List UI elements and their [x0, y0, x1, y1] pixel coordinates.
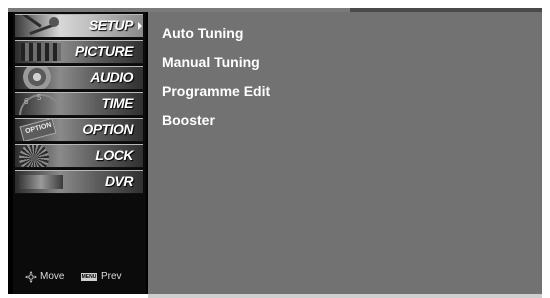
- move-icon: [25, 271, 37, 283]
- setup-icon: [15, 15, 73, 37]
- audio-icon: [15, 67, 73, 89]
- key-guide: Move MENU Prev: [13, 266, 146, 288]
- menu-item-setup[interactable]: SETUP: [15, 14, 143, 38]
- menu-item-picture[interactable]: PICTURE: [15, 40, 143, 64]
- menu-label-setup: SETUP: [88, 17, 134, 33]
- move-label: Move: [40, 271, 65, 282]
- menu-label-option: OPTION: [82, 121, 133, 137]
- menu-item-time[interactable]: 6 5 TIME: [15, 92, 143, 116]
- menu-label-dvr: DVR: [104, 173, 134, 189]
- option-icon: OPTION: [15, 119, 73, 141]
- menu-key-icon: MENU: [81, 273, 97, 281]
- menu-label-audio: AUDIO: [90, 69, 133, 85]
- submenu-panel: Auto Tuning Manual Tuning Programme Edit…: [148, 12, 542, 294]
- time-icon: 6 5: [15, 93, 73, 115]
- menu-item-dvr[interactable]: DVR: [15, 170, 143, 194]
- menu-item-lock[interactable]: LOCK: [15, 144, 143, 168]
- menu-label-time: TIME: [101, 95, 134, 111]
- picture-icon: [15, 41, 73, 63]
- menu-label-picture: PICTURE: [75, 43, 133, 59]
- dvr-icon: [15, 171, 73, 193]
- option-booster[interactable]: Booster: [162, 112, 215, 128]
- menu-label-lock: LOCK: [95, 147, 133, 163]
- menu-item-option[interactable]: OPTION OPTION: [15, 118, 143, 142]
- menu-item-audio[interactable]: AUDIO: [15, 66, 143, 90]
- main-menu: SETUP PICTURE AUDIO 6 5 TIME OPTION OPTI…: [13, 12, 146, 294]
- bottom-border: [148, 294, 542, 298]
- submenu-arrow-icon: [138, 22, 142, 30]
- option-auto-tuning[interactable]: Auto Tuning: [162, 25, 243, 41]
- option-programme-edit[interactable]: Programme Edit: [162, 83, 270, 99]
- lock-icon: [15, 145, 73, 167]
- option-manual-tuning[interactable]: Manual Tuning: [162, 54, 260, 70]
- prev-label: Prev: [101, 271, 122, 282]
